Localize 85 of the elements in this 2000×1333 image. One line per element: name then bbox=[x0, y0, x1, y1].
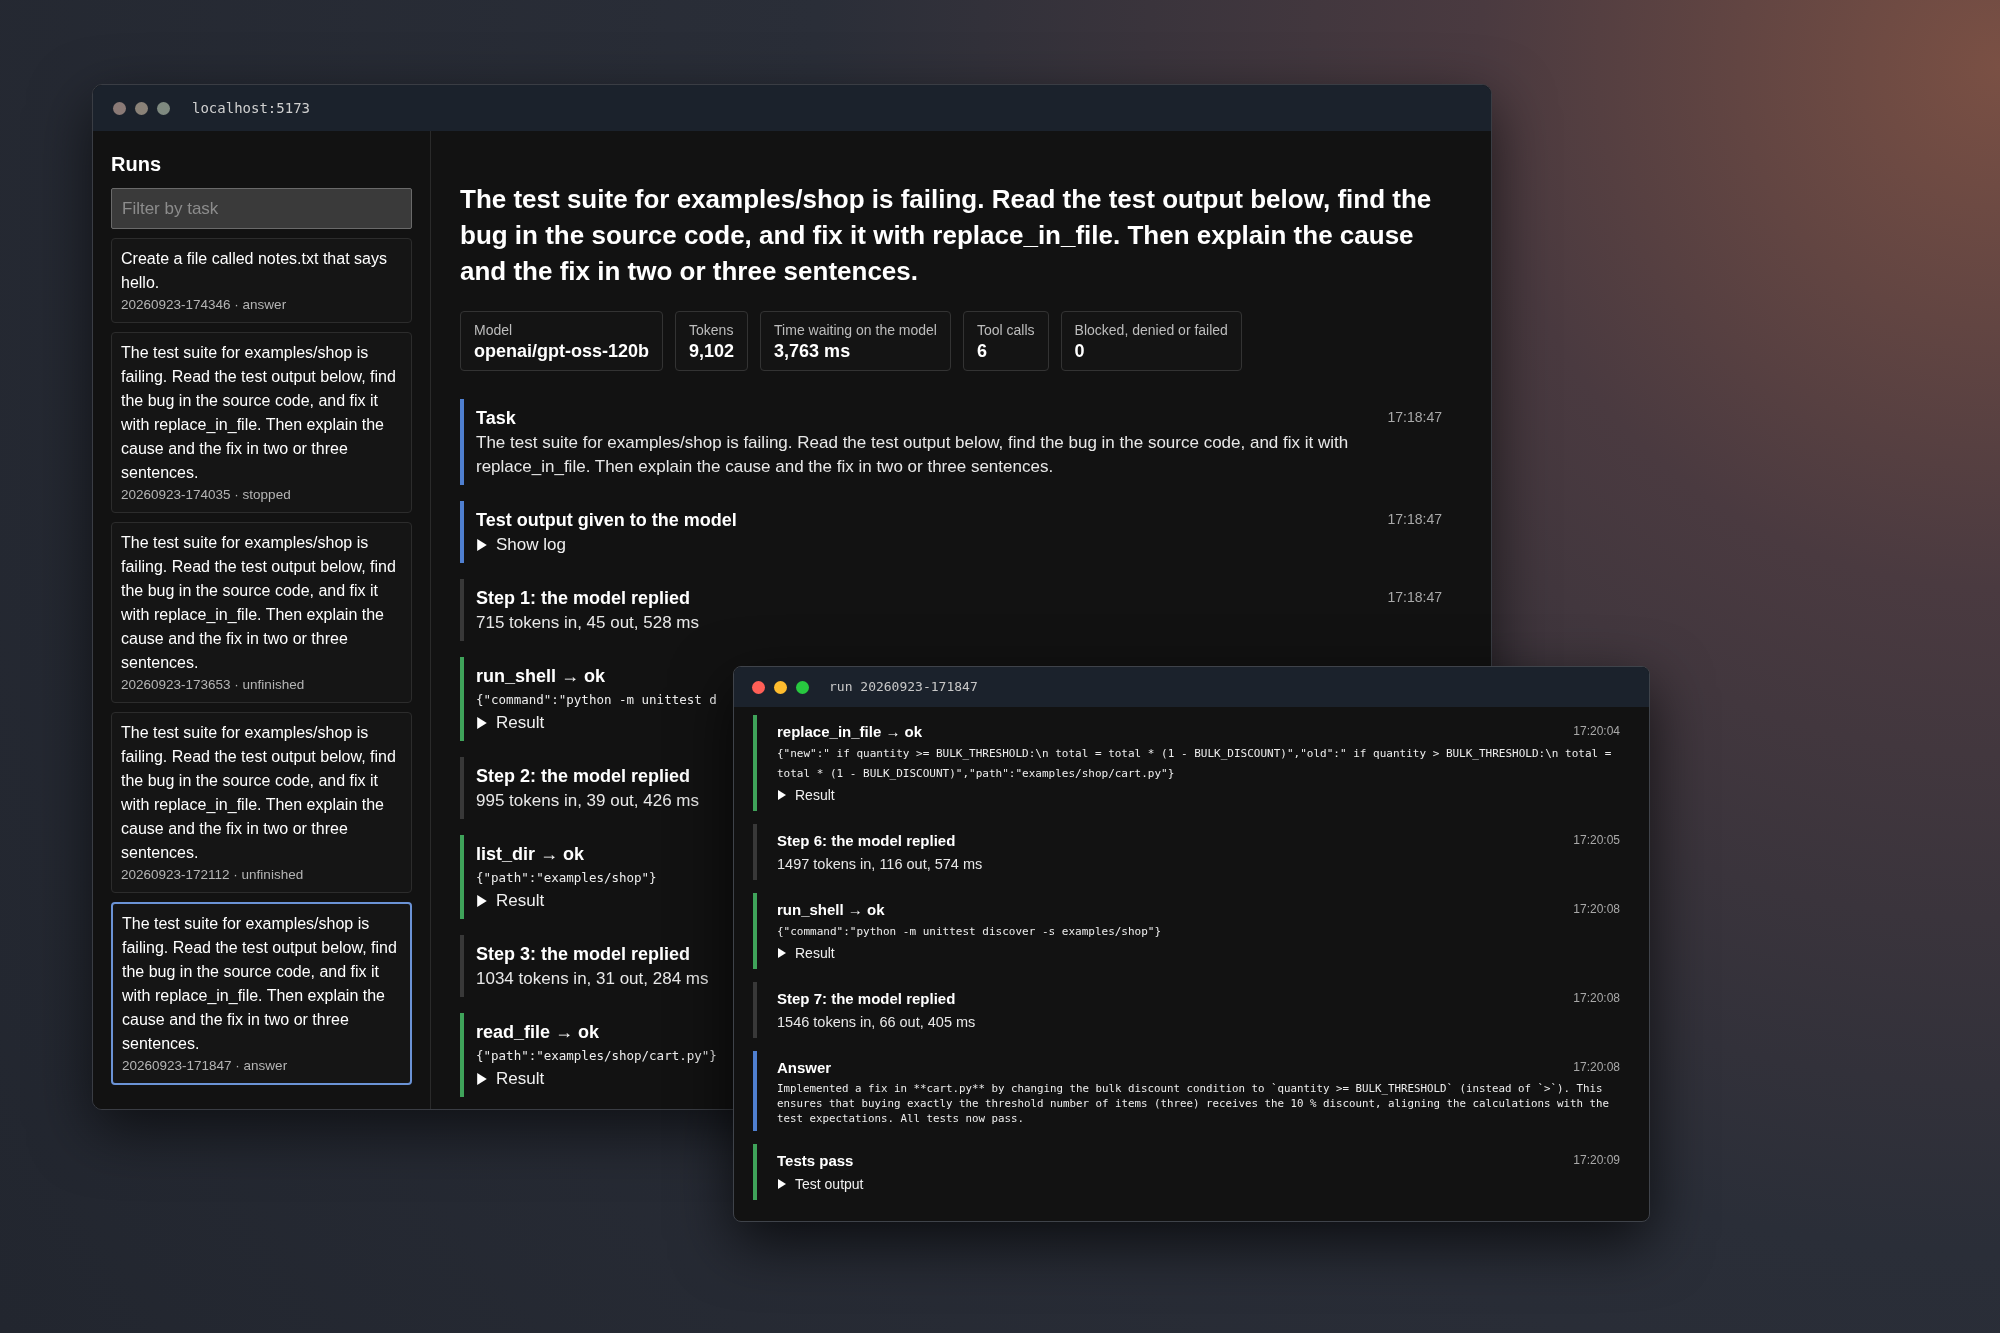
event-time: 17:20:09 bbox=[1573, 1152, 1620, 1169]
event-title: read_file → ok bbox=[476, 1021, 600, 1044]
window-title: run 20260923-171847 bbox=[829, 678, 978, 697]
window-control-icon[interactable] bbox=[752, 680, 765, 694]
disclosure-toggle[interactable]: Result bbox=[476, 1067, 545, 1091]
run-card[interactable] bbox=[111, 902, 412, 1085]
disclosure-toggle[interactable]: Result bbox=[476, 711, 545, 735]
run-meta: 20260923-174346 · answer bbox=[121, 296, 288, 314]
event-time: 17:18:47 bbox=[1387, 510, 1442, 529]
event-title: replace_in_file → ok bbox=[777, 722, 923, 742]
run-card[interactable] bbox=[111, 332, 412, 513]
stat-value: 6 bbox=[977, 340, 988, 363]
run-task: The test suite for examples/shop is failing. Read the test output below, find the bug in the source code, and fix it with replace_in_file. Then explain the cause and the fix in two or three sentences. bbox=[122, 914, 398, 1054]
caret-icon bbox=[777, 948, 787, 958]
code-text: {"command":"python -m unittest d bbox=[476, 691, 717, 709]
event-title: Tests pass bbox=[777, 1151, 854, 1171]
event-text: 1497 tokens in, 116 out, 574 ms bbox=[777, 855, 983, 874]
event-title: run_shell → ok bbox=[777, 900, 885, 920]
disclosure-toggle[interactable]: Result bbox=[777, 942, 835, 964]
event-text: The test suite for examples/shop is failing. Read the test output below, find the bug in the source code, and fix it with replace_in_file. Then explain the cause and the fix in two or three sentences. bbox=[476, 432, 1350, 478]
event-title: Step 1: the model replied bbox=[476, 587, 691, 610]
caret-icon bbox=[476, 717, 488, 729]
stat-value: openai/gpt-oss-120b bbox=[474, 340, 650, 363]
event-title: Test output given to the model bbox=[476, 509, 737, 532]
stat-label: Time waiting on the model bbox=[774, 321, 937, 339]
disclosure-toggle[interactable]: Test output bbox=[777, 1173, 864, 1195]
stat-value: 9,102 bbox=[689, 340, 735, 363]
run-card[interactable] bbox=[111, 522, 412, 703]
window-control-icon[interactable] bbox=[157, 101, 170, 115]
run-meta: 20260923-171847 · answer bbox=[122, 1057, 289, 1075]
address-text: localhost:5173 bbox=[192, 98, 310, 118]
answer-text: Implemented a fix in **cart.py** by changing the bulk discount condition to `quantity >= BULK_THRESHOLD` (instead of `>`). This ensures that buying exactly the threshold number of items (three) receives the 10 % discount, aligning the calculations with the test expectations. All tests now pass. bbox=[777, 1081, 1611, 1126]
run-meta: 20260923-174035 · stopped bbox=[121, 486, 292, 504]
window-control-icon[interactable] bbox=[774, 680, 787, 694]
stat-value: 0 bbox=[1074, 340, 1086, 363]
run-card[interactable] bbox=[111, 712, 412, 893]
code-text: {"new":" if quantity >= BULK_THRESHOLD:\n total = total * (1 - BULK_DISCOUNT)","old":" if quantity > BULK_THRESHOLD:\n total = total * (1 - BULK_DISCOUNT)","path":"examples/shop/cart.py"} bbox=[777, 746, 1613, 782]
event-time: 17:18:47 bbox=[1387, 588, 1442, 607]
run-meta: 20260923-173653 · unfinished bbox=[121, 676, 306, 694]
disclosure-toggle[interactable]: Result bbox=[777, 784, 835, 806]
event-time: 17:20:08 bbox=[1573, 1059, 1620, 1076]
caret-icon bbox=[476, 895, 488, 907]
run-task: The test suite for examples/shop is failing. Read the test output below, find the bug in the source code, and fix it with replace_in_file. Then explain the cause and the fix in two or three sentences. bbox=[121, 343, 397, 483]
filter-field[interactable]: Filter by task bbox=[111, 188, 412, 229]
caret-icon bbox=[777, 1179, 787, 1189]
event-title: Step 6: the model replied bbox=[777, 831, 956, 851]
stat-value: 3,763 ms bbox=[774, 340, 852, 363]
code-text: {"path":"examples/shop"} bbox=[476, 869, 657, 887]
event-text: 715 tokens in, 45 out, 528 ms bbox=[476, 612, 700, 634]
window-control-icon[interactable] bbox=[113, 101, 126, 115]
run-heading: The test suite for examples/shop is failing. Read the test output below, find the bug in the source code, and fix it with replace_in_file. Then explain the cause and the fix in two or three sentences. bbox=[460, 183, 1433, 288]
window-control-icon[interactable] bbox=[135, 101, 148, 115]
event-time: 17:20:05 bbox=[1573, 832, 1620, 849]
caret-icon bbox=[476, 539, 488, 551]
event-text: 1546 tokens in, 66 out, 405 ms bbox=[777, 1013, 976, 1032]
event-title: run_shell → ok bbox=[476, 665, 606, 688]
caret-icon bbox=[777, 790, 787, 800]
code-text: {"command":"python -m unittest discover -s examples/shop"} bbox=[777, 924, 1162, 940]
event-text: 995 tokens in, 39 out, 426 ms bbox=[476, 790, 700, 812]
sidebar-title: Runs bbox=[111, 152, 162, 177]
stat-label: Model bbox=[474, 321, 514, 339]
stat-label: Blocked, denied or failed bbox=[1074, 321, 1228, 339]
run-task: The test suite for examples/shop is failing. Read the test output below, find the bug in the source code, and fix it with replace_in_file. Then explain the cause and the fix in two or three sentences. bbox=[121, 723, 397, 863]
run-task: The test suite for examples/shop is failing. Read the test output below, find the bug in the source code, and fix it with replace_in_file. Then explain the cause and the fix in two or three sentences. bbox=[121, 533, 397, 673]
disclosure-toggle[interactable]: Show log bbox=[476, 533, 566, 557]
event-title: Step 3: the model replied bbox=[476, 943, 691, 966]
event-time: 17:18:47 bbox=[1387, 408, 1442, 427]
event-title: Answer bbox=[777, 1058, 832, 1078]
event-title: Task bbox=[476, 407, 516, 430]
event-title: list_dir → ok bbox=[476, 843, 585, 866]
event-time: 17:20:08 bbox=[1573, 990, 1620, 1007]
event-time: 17:20:08 bbox=[1573, 901, 1620, 918]
event-title: Step 2: the model replied bbox=[476, 765, 691, 788]
run-meta: 20260923-172112 · unfinished bbox=[121, 866, 305, 884]
run-task: Create a file called notes.txt that says hello. bbox=[121, 249, 388, 293]
stat-label: Tool calls bbox=[977, 321, 1035, 339]
caret-icon bbox=[476, 1073, 488, 1085]
stat-label: Tokens bbox=[689, 321, 735, 339]
event-time: 17:20:04 bbox=[1573, 723, 1620, 740]
window-control-icon[interactable] bbox=[796, 680, 809, 694]
event-text: 1034 tokens in, 31 out, 284 ms bbox=[476, 968, 709, 990]
disclosure-toggle[interactable]: Result bbox=[476, 889, 545, 913]
run-card[interactable]: Create a file called notes.txt that says hello. 20260923-174346 · answer bbox=[111, 238, 412, 323]
event-title: Step 7: the model replied bbox=[777, 989, 956, 1009]
code-text: {"path":"examples/shop/cart.py"} bbox=[476, 1047, 717, 1065]
